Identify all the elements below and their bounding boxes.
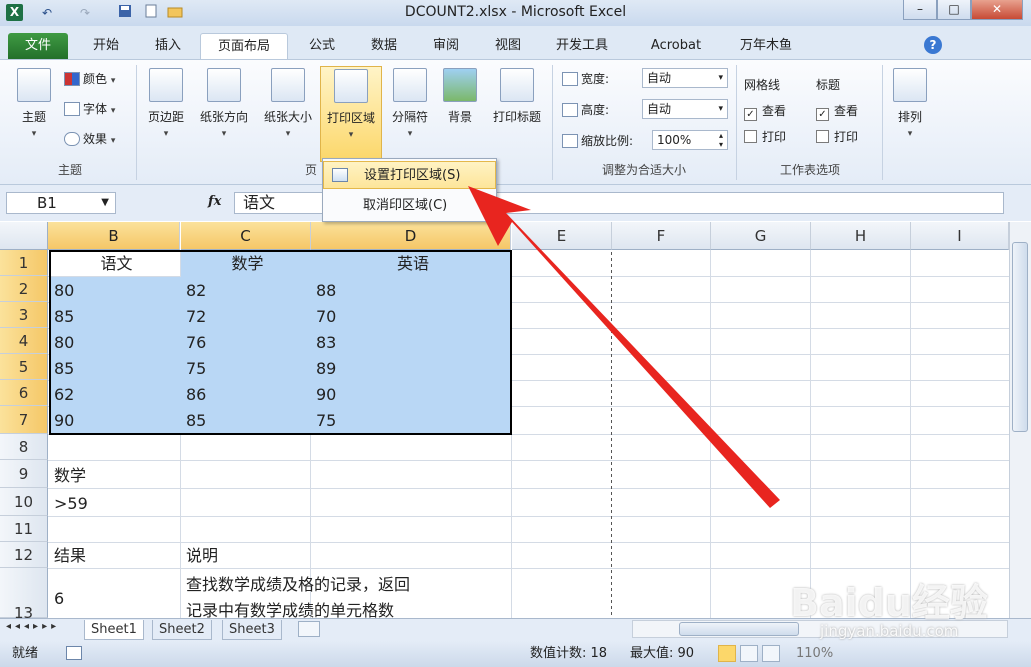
baidu-watermark: Baidu经验 [790, 581, 988, 625]
red-arrow-annotation [468, 186, 780, 508]
watermark-url: jingyan.baidu.com [820, 622, 959, 640]
red-arrow [468, 186, 780, 508]
